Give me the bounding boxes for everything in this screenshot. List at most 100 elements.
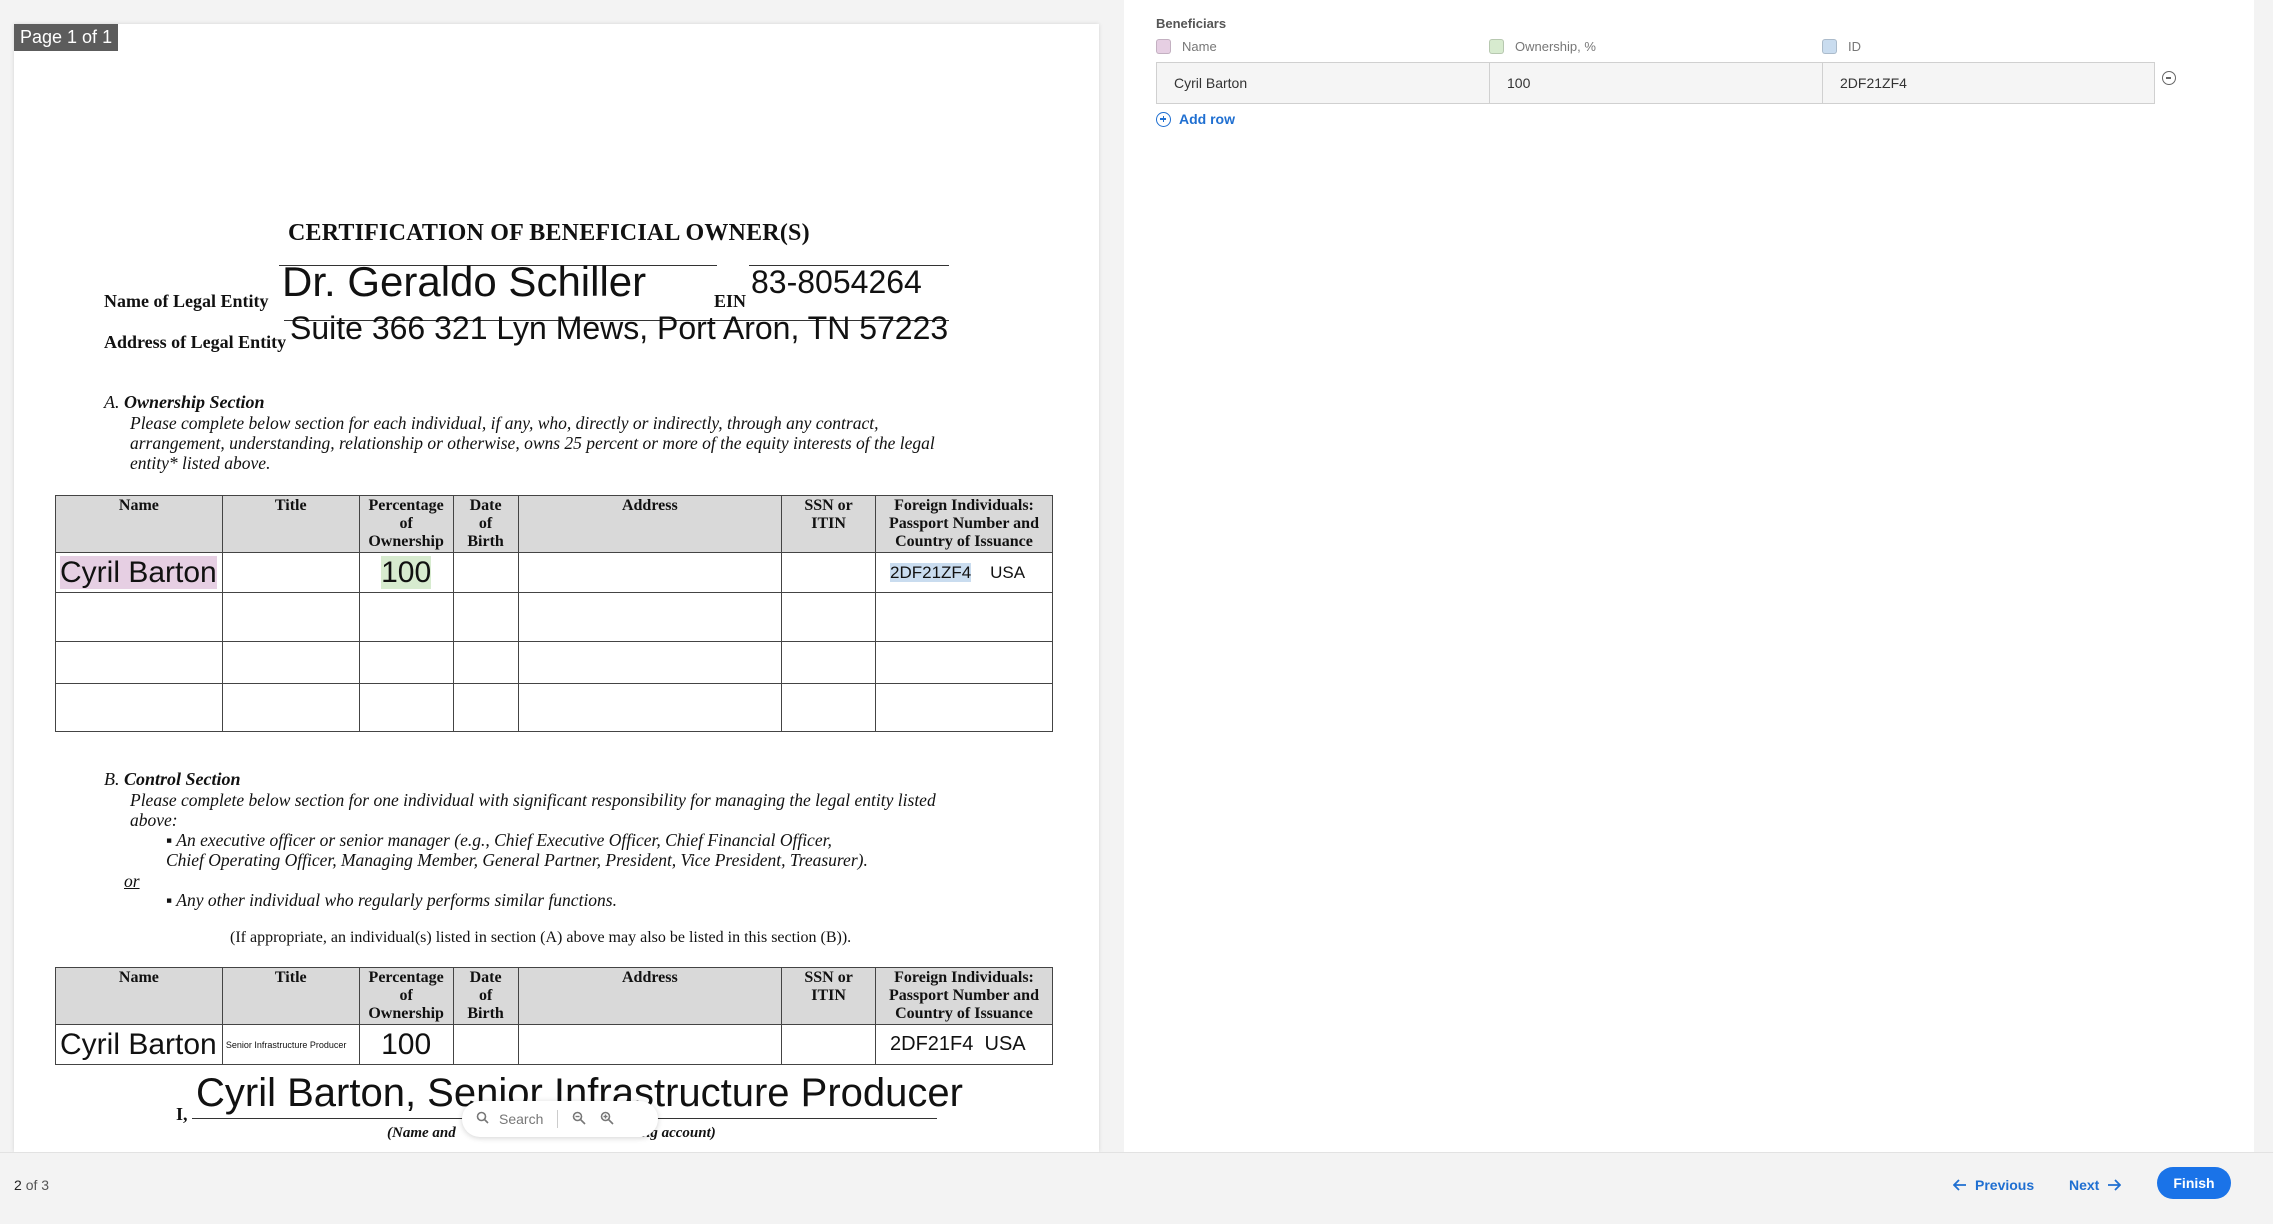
ownership-ssn-cell[interactable]	[781, 552, 876, 593]
panel-scrollbar[interactable]	[2254, 0, 2273, 1152]
beneficiary-id-field[interactable]: 2DF21ZF4	[1823, 63, 2154, 103]
col-address-header: Address	[517, 495, 783, 553]
search-input[interactable]: Search	[499, 1111, 543, 1127]
col-foreign-header: Foreign Individuals: Passport Number and C…	[875, 495, 1053, 553]
ownership-table: Name Title Percentage of Ownership Date of B…	[55, 495, 1053, 732]
column-header-id: ID	[1822, 39, 1861, 54]
viewer-search-toolbar: Search	[462, 1101, 658, 1137]
section-b-line-2: above:	[130, 810, 178, 830]
section-b-or: or	[124, 871, 140, 891]
table-row	[55, 683, 1053, 732]
signature-prefix: I,	[176, 1104, 188, 1124]
step-current: 2	[14, 1177, 22, 1193]
section-a-line-3: entity* listed above.	[130, 453, 271, 473]
col-ownership-header: Percentage of Ownership	[358, 967, 454, 1025]
section-a-heading: A. Ownership Section	[104, 392, 265, 413]
signature-caption-start: (Name and	[387, 1125, 456, 1141]
control-passport-value[interactable]: 2DF21F4	[890, 1033, 973, 1055]
app-window: Page 1 of 1 CERTIFICATION OF BENEFICIAL …	[0, 0, 2273, 1224]
document-viewer[interactable]: Page 1 of 1 CERTIFICATION OF BENEFICIAL …	[0, 0, 1122, 1152]
footer-bar: 2 of 3 Previous Next Finish	[0, 1152, 2273, 1224]
table-row: Cyril Barton Senior Infrastructure Produ…	[55, 1024, 1053, 1065]
section-b-bullet-1: ▪ An executive officer or senior manager…	[166, 830, 832, 850]
legal-entity-label: Name of Legal Entity	[104, 291, 269, 311]
panel-title: Beneficiars	[1156, 16, 1227, 31]
column-header-ownership: Ownership, %	[1489, 39, 1596, 54]
ownership-name-value[interactable]: Cyril Barton	[60, 555, 217, 589]
add-row-button[interactable]: Add row	[1156, 111, 1235, 127]
ownership-name-cell[interactable]: Cyril Barton	[55, 552, 223, 593]
ein-value[interactable]: 83-8054264	[751, 264, 922, 301]
ownership-dob-cell[interactable]	[452, 552, 519, 593]
ownership-pct-value[interactable]: 100	[381, 555, 432, 589]
section-a-title: Ownership Section	[124, 392, 265, 412]
ownership-table-header: Name Title Percentage of Ownership Date of B…	[55, 495, 1053, 553]
table-row: Cyril Barton 100 2DF21ZF4 USA	[55, 552, 1053, 593]
add-circle-icon	[1156, 111, 1171, 127]
col-ownership-header: Percentage of Ownership	[358, 495, 454, 553]
control-title-cell[interactable]: Senior Infrastructure Producer	[221, 1024, 360, 1065]
section-a-line-1: Please complete below section for each i…	[130, 413, 879, 433]
section-a-line-2: arrangement, understanding, relationship…	[130, 433, 935, 453]
control-foreign-cell[interactable]: 2DF21F4 USA	[875, 1024, 1053, 1065]
page-indicator: Page 1 of 1	[14, 24, 119, 51]
address-value[interactable]: Suite 366 321 Lyn Mews, Port Aron, TN 57…	[290, 310, 948, 347]
section-b-line-1: Please complete below section for one in…	[130, 790, 936, 810]
control-table-header: Name Title Percentage of Ownership Date of B…	[55, 967, 1053, 1025]
section-b-title: Control Section	[124, 769, 241, 789]
ein-label: EIN	[714, 291, 747, 311]
section-b-heading: B. Control Section	[104, 769, 241, 790]
ownership-country-value[interactable]: USA	[990, 563, 1025, 582]
col-name-header: Name	[55, 967, 223, 1025]
section-a-prefix: A.	[104, 392, 120, 412]
arrow-right-icon	[2108, 1179, 2122, 1191]
ownership-foreign-cell[interactable]: 2DF21ZF4 USA	[875, 552, 1053, 593]
table-row	[55, 641, 1053, 684]
col-title-header: Title	[221, 495, 360, 553]
zoom-out-icon[interactable]	[572, 1111, 586, 1128]
section-b-bullet-1-cont: Chief Operating Officer, Managing Member…	[166, 850, 868, 870]
ownership-color-swatch	[1489, 39, 1504, 54]
next-button[interactable]: Next	[2069, 1177, 2122, 1193]
control-address-cell[interactable]	[517, 1024, 783, 1065]
legal-entity-value[interactable]: Dr. Geraldo Schiller	[282, 258, 646, 306]
col-ssn-header: SSN or ITIN	[781, 967, 877, 1025]
control-table: Name Title Percentage of Ownership Date of B…	[55, 967, 1053, 1065]
next-label: Next	[2069, 1177, 2100, 1193]
col-foreign-header: Foreign Individuals: Passport Number and C…	[875, 967, 1053, 1025]
table-row	[55, 592, 1053, 642]
beneficiary-row: Cyril Barton 100 2DF21ZF4	[1156, 62, 2155, 104]
section-b-prefix: B.	[104, 769, 120, 789]
add-row-label: Add row	[1179, 111, 1235, 127]
document-page: CERTIFICATION OF BENEFICIAL OWNER(S) Nam…	[14, 24, 1099, 1152]
zoom-in-icon[interactable]	[600, 1111, 614, 1128]
ownership-pct-cell[interactable]: 100	[358, 552, 454, 593]
toolbar-divider	[557, 1110, 559, 1128]
col-address-header: Address	[517, 967, 783, 1025]
remove-row-icon[interactable]	[2162, 71, 2176, 85]
ownership-passport-value[interactable]: 2DF21ZF4	[890, 562, 972, 582]
search-icon	[476, 1111, 489, 1127]
beneficiary-ownership-field[interactable]: 100	[1490, 63, 1823, 103]
ownership-address-cell[interactable]	[517, 552, 783, 593]
ownership-title-cell[interactable]	[221, 552, 360, 593]
control-pct-cell[interactable]: 100	[358, 1024, 454, 1065]
address-label: Address of Legal Entity	[104, 332, 287, 352]
control-ssn-cell[interactable]	[781, 1024, 877, 1065]
beneficiary-name-field[interactable]: Cyril Barton	[1157, 63, 1490, 103]
control-name-cell[interactable]: Cyril Barton	[55, 1024, 223, 1065]
col-dob-header: Date of Birth	[452, 495, 519, 553]
column-header-name: Name	[1156, 39, 1217, 54]
previous-label: Previous	[1975, 1177, 2035, 1193]
section-b-note: (If appropriate, an individual(s) listed…	[230, 929, 852, 946]
beneficiaries-panel: Beneficiars Name Ownership, % ID Cyril B…	[1124, 0, 2254, 1152]
id-color-swatch	[1822, 39, 1837, 54]
control-dob-cell[interactable]	[452, 1024, 519, 1065]
control-country-value[interactable]: USA	[985, 1033, 1026, 1055]
previous-button[interactable]: Previous	[1953, 1177, 2034, 1193]
step-total: of 3	[25, 1177, 50, 1193]
col-ssn-header: SSN or ITIN	[781, 495, 876, 553]
col-dob-header: Date of Birth	[452, 967, 519, 1025]
document-title: CERTIFICATION OF BENEFICIAL OWNER(S)	[288, 220, 810, 246]
finish-button[interactable]: Finish	[2157, 1167, 2231, 1199]
